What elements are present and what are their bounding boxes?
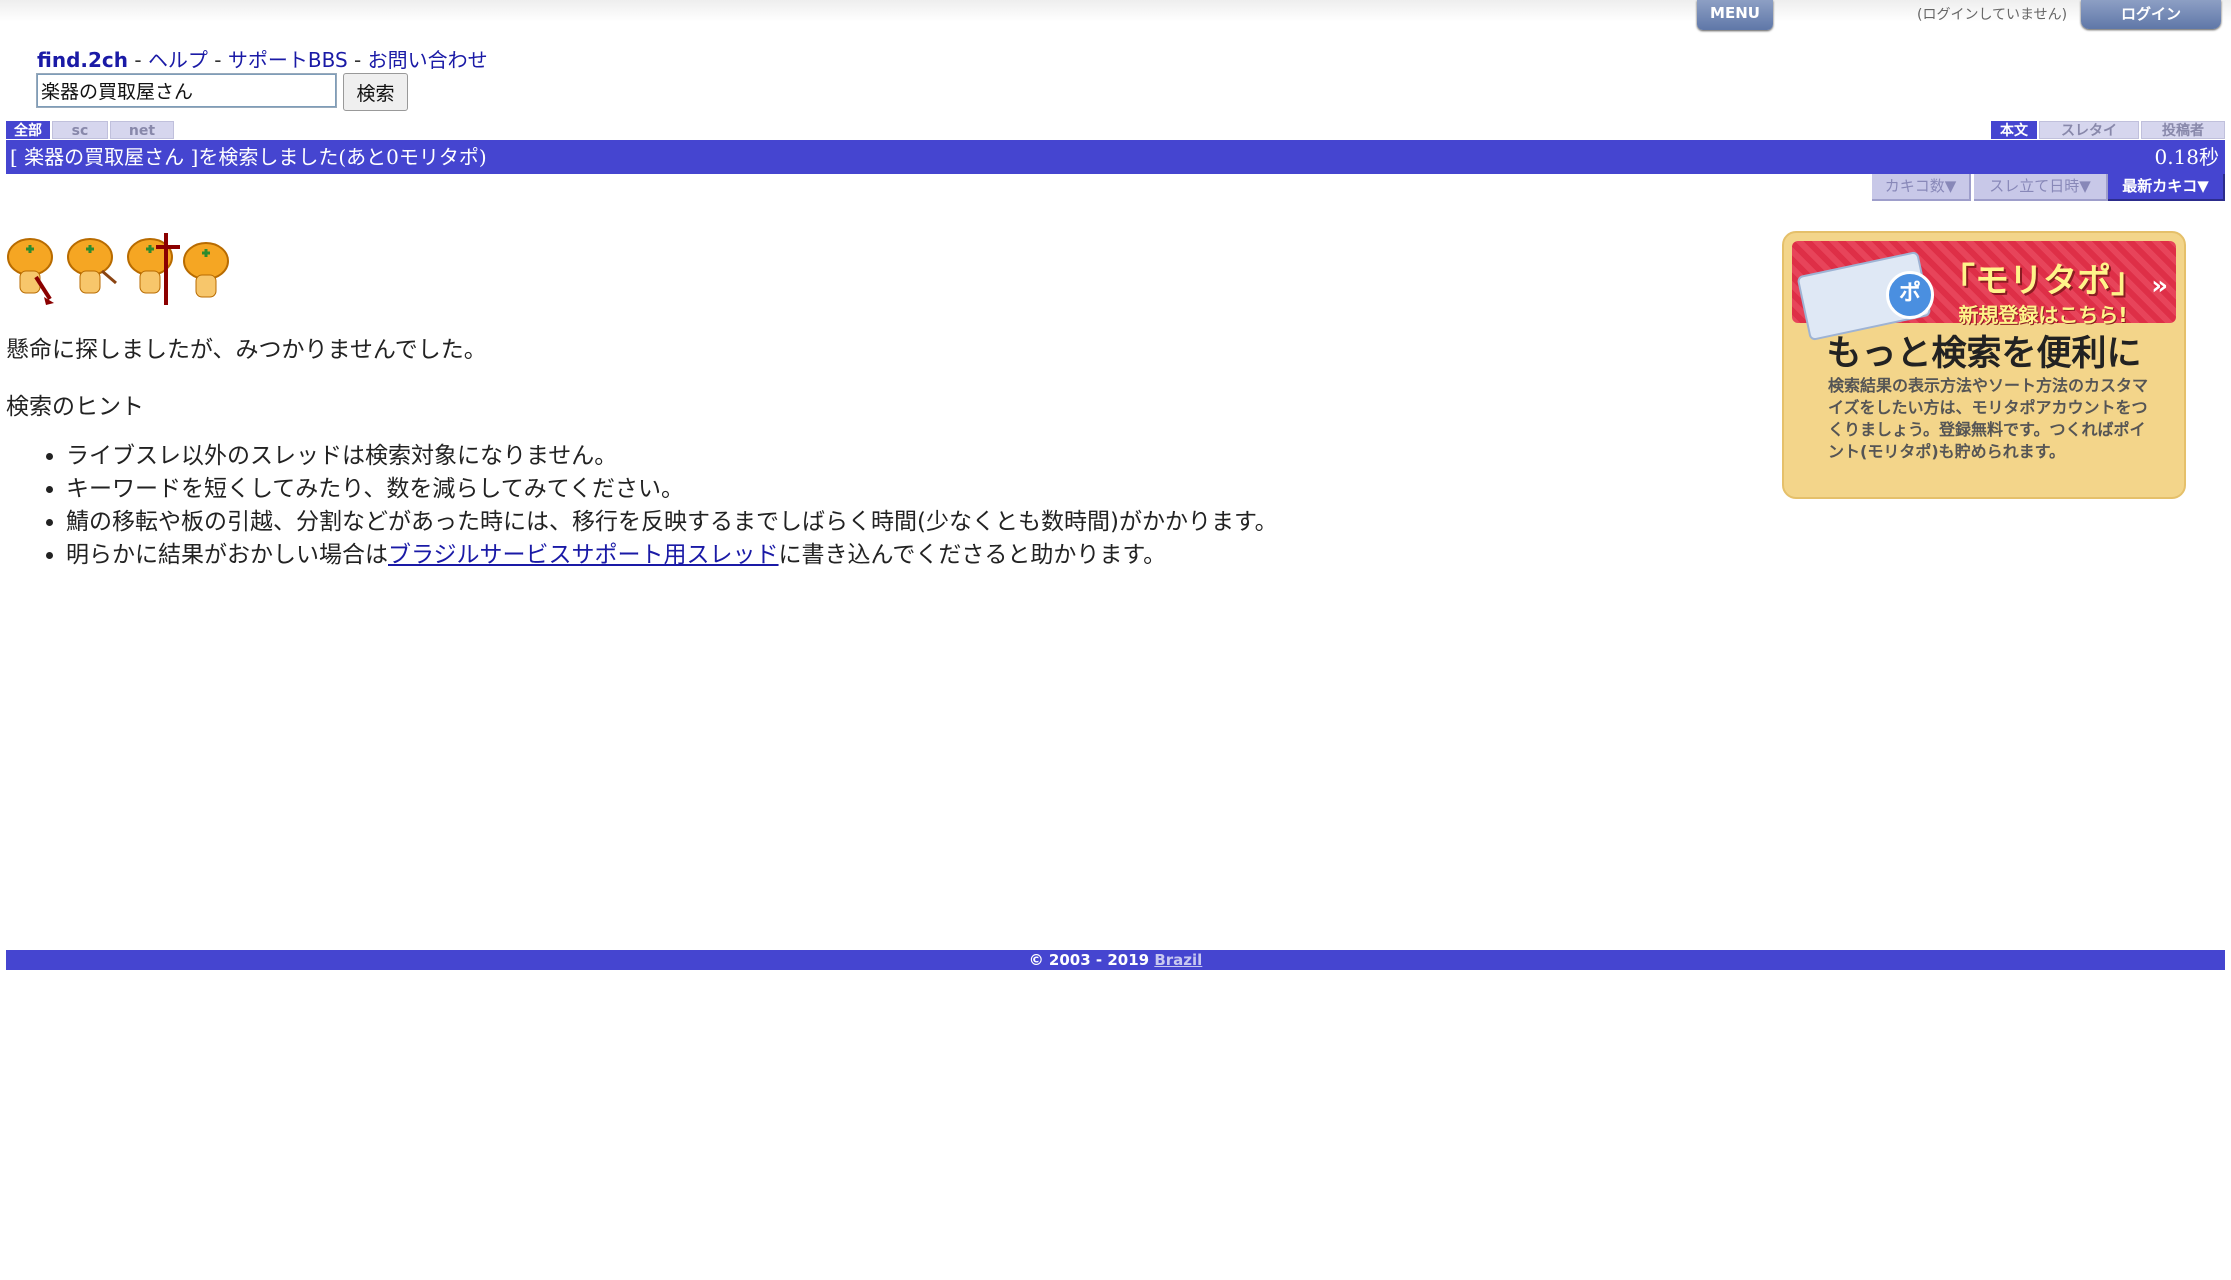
hint-item: キーワードを短くしてみたり、数を減らしてみてください。	[66, 473, 1278, 506]
mascot-character	[7, 238, 54, 305]
hint-list: ライブスレ以外のスレッドは検索対象になりません。 キーワードを短くしてみたり、数…	[36, 440, 1278, 572]
banner-description: 検索結果の表示方法やソート方法のカスタマイズをしたい方は、モリタポアカウントをつ…	[1828, 376, 2149, 461]
search-input[interactable]	[37, 74, 336, 107]
login-button[interactable]: ログイン	[2081, 0, 2221, 29]
double-chevron-right-icon: »	[2151, 271, 2168, 301]
hint-item: 明らかに結果がおかしい場合はブラジルサービスサポート用スレッドに書き込んでくださ…	[66, 539, 1278, 572]
mascot-character	[67, 238, 117, 294]
menu-button[interactable]: MENU	[1697, 0, 1773, 30]
result-message: [ 楽器の買取屋さん ]を検索しました(あと0モリタポ)	[10, 145, 487, 169]
tab-poster[interactable]: 投稿者	[2141, 121, 2225, 139]
tab-body[interactable]: 本文	[1991, 121, 2037, 139]
nav-separator: -	[214, 48, 222, 72]
support-bbs-link[interactable]: サポートBBS	[228, 48, 348, 72]
tab-thread-title[interactable]: スレタイ	[2039, 121, 2139, 139]
copyright-text: © 2003 - 2019	[1028, 951, 1150, 969]
po-badge-icon: ポ	[1886, 271, 1934, 319]
tab-net[interactable]: net	[110, 121, 174, 139]
mascot-character	[127, 233, 180, 305]
search-button[interactable]: 検索	[343, 73, 408, 111]
hint-item: 鯖の移転や板の引越、分割などがあった時には、移行を反映するまでしばらく時間(少な…	[66, 506, 1278, 539]
search-time: 0.18秒	[2154, 145, 2219, 169]
sort-latest-post-button[interactable]: 最新カキコ▼	[2108, 174, 2225, 201]
sort-thread-created-button[interactable]: スレ立て日時▼	[1974, 174, 2108, 201]
login-status: (ログインしていません)	[1917, 7, 2068, 23]
hint-title: 検索のヒント	[6, 394, 144, 420]
hint-text: 明らかに結果がおかしい場合は	[66, 542, 388, 568]
nav-separator: -	[354, 48, 362, 72]
moritapo-banner[interactable]: ポ 「モリタポ」 新規登録はこちら! » もっと検索を便利に 検索結果の表示方法…	[1782, 231, 2186, 499]
brazil-link[interactable]: Brazil	[1154, 951, 1202, 969]
top-strip	[0, 0, 2231, 22]
contact-link[interactable]: お問い合わせ	[368, 48, 488, 72]
banner-header: ポ 「モリタポ」 新規登録はこちら! »	[1792, 241, 2176, 342]
nav-separator: -	[134, 48, 142, 72]
brand-link[interactable]: find.2ch	[37, 48, 128, 72]
sort-post-count-button[interactable]: カキコ数▼	[1872, 174, 1971, 201]
tab-all[interactable]: 全部	[6, 121, 50, 139]
result-bar: [ 楽器の買取屋さん ]を検索しました(あと0モリタポ) 0.18秒	[6, 140, 2225, 174]
footer: © 2003 - 2019 Brazil	[6, 950, 2225, 970]
banner-title: 「モリタポ」	[1941, 261, 2145, 301]
hint-item: ライブスレ以外のスレッドは検索対象になりません。	[66, 440, 1278, 473]
hint-text: に書き込んでくださると助かります。	[778, 542, 1167, 568]
mascot-diggers-image	[7, 233, 229, 305]
not-found-message: 懸命に探しましたが、みつかりませんでした。	[6, 337, 487, 363]
nav-links: find.2ch - ヘルプ - サポートBBS - お問い合わせ	[37, 44, 488, 73]
banner-subtitle: 新規登録はこちら!	[1958, 303, 2128, 327]
support-thread-link[interactable]: ブラジルサービスサポート用スレッド	[388, 542, 779, 568]
help-link[interactable]: ヘルプ	[148, 48, 208, 72]
tab-sc[interactable]: sc	[52, 121, 108, 139]
mascot-character	[183, 242, 229, 298]
banner-headline: もっと検索を便利に	[1826, 334, 2142, 374]
